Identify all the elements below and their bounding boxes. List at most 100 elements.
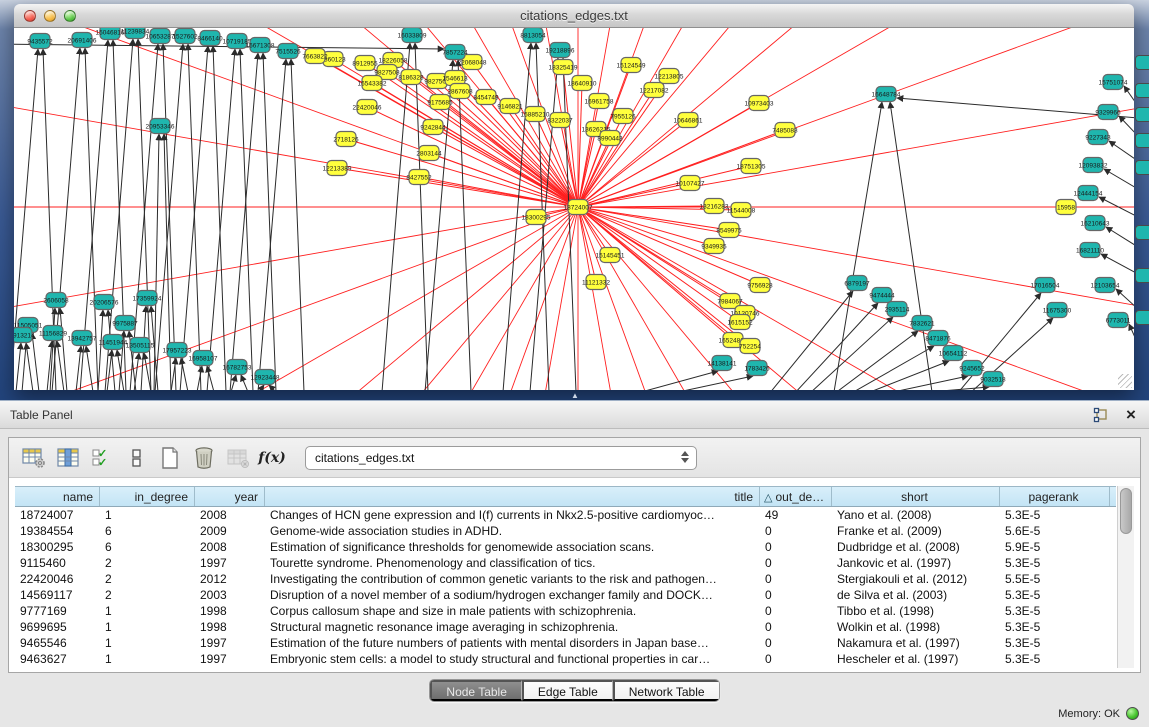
graph-node[interactable]: 8322037 <box>547 113 573 128</box>
table-row[interactable]: 946362711997Embryonic stem cells: a mode… <box>15 651 1116 667</box>
cell-name[interactable]: 18724007 <box>15 507 100 523</box>
graph-node[interactable]: 7515526 <box>275 44 301 59</box>
delete-table-icon[interactable] <box>223 443 253 473</box>
cell-year[interactable]: 2003 <box>195 587 265 603</box>
cell-title[interactable]: Estimation of the future numbers of pati… <box>265 635 760 651</box>
graph-node[interactable]: 8549975 <box>716 223 742 238</box>
graph-node[interactable]: 12093832 <box>1079 158 1108 173</box>
graph-node[interactable]: 18640910 <box>568 76 597 91</box>
table-row[interactable]: 911546021997Tourette syndrome. Phenomeno… <box>15 555 1116 571</box>
cell-name[interactable]: 22420046 <box>15 571 100 587</box>
graph-node[interactable]: 2803144 <box>416 146 442 161</box>
graph-node[interactable]: 752254 <box>739 339 761 354</box>
graph-node[interactable]: 16961758 <box>585 94 614 109</box>
cell-pagerank[interactable]: 5.9E-5 <box>1000 539 1110 555</box>
graph-node[interactable]: 9435572 <box>27 34 53 49</box>
graph-node[interactable]: 1615152 <box>727 315 753 330</box>
cell-out_degree[interactable]: 0 <box>760 619 832 635</box>
column-header-short[interactable]: short <box>832 487 1000 506</box>
cell-pagerank[interactable]: 5.3E-5 <box>1000 507 1110 523</box>
cell-short[interactable]: Stergiakouli et al. (2012) <box>832 571 1000 587</box>
graph-node[interactable]: 7955126 <box>610 109 636 124</box>
cell-title[interactable]: Corpus callosum shape and size in male p… <box>265 603 760 619</box>
graph-node[interactable]: 16033809 <box>398 28 427 43</box>
graph-node[interactable]: 7857224 <box>442 45 468 60</box>
graph-node[interactable]: 8471876 <box>925 331 951 346</box>
table-row[interactable]: 1456911722003Disruption of a novel membe… <box>15 587 1116 603</box>
graph-node[interactable]: 9474444 <box>869 288 895 303</box>
column-settings-icon[interactable] <box>19 443 49 473</box>
cell-short[interactable]: Hescheler et al. (1997) <box>832 651 1000 667</box>
graph-node[interactable]: 11121332 <box>582 275 610 290</box>
cell-in_degree[interactable]: 1 <box>100 507 195 523</box>
graph-node[interactable]: 17359924 <box>133 291 162 306</box>
graph-node[interactable]: 19218896 <box>546 43 575 58</box>
graph-node[interactable]: 9242844 <box>420 120 446 135</box>
cell-in_degree[interactable]: 6 <box>100 539 195 555</box>
cell-name[interactable]: 14569117 <box>15 587 100 603</box>
vertical-scrollbar[interactable] <box>1117 486 1134 668</box>
cell-in_degree[interactable]: 6 <box>100 523 195 539</box>
window-titlebar[interactable]: citations_edges.txt <box>14 4 1134 28</box>
graph-node[interactable]: 9329966 <box>1095 105 1121 120</box>
graph-node[interactable]: 8427552 <box>406 170 432 185</box>
graph-node[interactable]: 18325419 <box>549 60 578 75</box>
graph-node[interactable]: 12217082 <box>640 83 669 98</box>
tab-edge-table[interactable]: Edge Table <box>522 680 613 701</box>
graph-node[interactable]: 15958 <box>1056 200 1076 215</box>
graph-node[interactable]: 8466140 <box>197 31 223 46</box>
cell-title[interactable]: Structural magnetic resonance image aver… <box>265 619 760 635</box>
cell-out_degree[interactable]: 0 <box>760 603 832 619</box>
column-header-pagerank[interactable]: pagerank <box>1000 487 1110 506</box>
graph-node[interactable]: 8186328 <box>398 70 424 85</box>
cell-pagerank[interactable]: 5.3E-5 <box>1000 587 1110 603</box>
close-panel-icon[interactable]: × <box>1121 405 1141 425</box>
graph-node[interactable]: 2935114 <box>885 302 910 317</box>
graph-node[interactable]: 13216283 <box>700 199 729 214</box>
cell-pagerank[interactable]: 5.3E-5 <box>1000 635 1110 651</box>
graph-node[interactable]: 12213389 <box>323 161 352 176</box>
graph-node[interactable]: 12103654 <box>1091 278 1120 293</box>
graph-node[interactable]: 2867608 <box>447 84 473 99</box>
cell-year[interactable]: 2008 <box>195 507 265 523</box>
graph-node[interactable]: 7832621 <box>909 316 935 331</box>
cell-short[interactable]: Tibbo et al. (1998) <box>832 603 1000 619</box>
graph-node[interactable]: 16671308 <box>246 38 275 53</box>
graph-node[interactable]: 11156829 <box>39 326 67 341</box>
graph-node[interactable]: 10646861 <box>674 113 703 128</box>
cell-name[interactable]: 9463627 <box>15 651 100 667</box>
cell-short[interactable]: Franke et al. (2009) <box>832 523 1000 539</box>
cell-pagerank[interactable]: 5.5E-5 <box>1000 571 1110 587</box>
graph-node[interactable]: 11675300 <box>1043 303 1072 318</box>
table-selector-dropdown[interactable]: citations_edges.txt <box>305 446 697 470</box>
cell-in_degree[interactable]: 1 <box>100 651 195 667</box>
graph-node[interactable]: 6773011 <box>1106 313 1131 328</box>
column-header-title[interactable]: title <box>265 487 760 506</box>
graph-node[interactable]: 2606058 <box>43 293 69 308</box>
graph-node[interactable]: 20953346 <box>146 119 175 134</box>
table-mode-icon[interactable] <box>121 443 151 473</box>
graph-node[interactable]: 7485083 <box>772 123 798 138</box>
cell-year[interactable]: 1997 <box>195 555 265 571</box>
column-header-in_degree[interactable]: in_degree <box>100 487 195 506</box>
cell-out_degree[interactable]: 0 <box>760 651 832 667</box>
cell-title[interactable]: Disruption of a novel member of a sodium… <box>265 587 760 603</box>
resize-grip-icon[interactable] <box>1118 374 1132 388</box>
graph-node[interactable]: 1783426 <box>744 361 770 376</box>
graph-node[interactable]: 8813054 <box>520 28 546 43</box>
table-row[interactable]: 969969511998Structural magnetic resonanc… <box>15 619 1116 635</box>
cell-pagerank[interactable]: 5.3E-5 <box>1000 603 1110 619</box>
graph-node[interactable]: 13942757 <box>68 331 97 346</box>
table-row[interactable]: 946554611997Estimation of the future num… <box>15 635 1116 651</box>
cell-title[interactable]: Investigating the contribution of common… <box>265 571 760 587</box>
cell-year[interactable]: 1997 <box>195 635 265 651</box>
cell-pagerank[interactable]: 5.6E-5 <box>1000 523 1110 539</box>
graph-node[interactable]: 14138141 <box>708 356 737 371</box>
table-row[interactable]: 1872400712008Changes of HCN gene express… <box>15 507 1116 523</box>
column-header-year[interactable]: year <box>195 487 265 506</box>
graph-node[interactable]: 3913214 <box>14 328 35 343</box>
cell-out_degree[interactable]: 49 <box>760 507 832 523</box>
cell-short[interactable]: Wolkin et al. (1998) <box>832 619 1000 635</box>
column-header-name[interactable]: name <box>15 487 100 506</box>
cell-out_degree[interactable]: 0 <box>760 587 832 603</box>
